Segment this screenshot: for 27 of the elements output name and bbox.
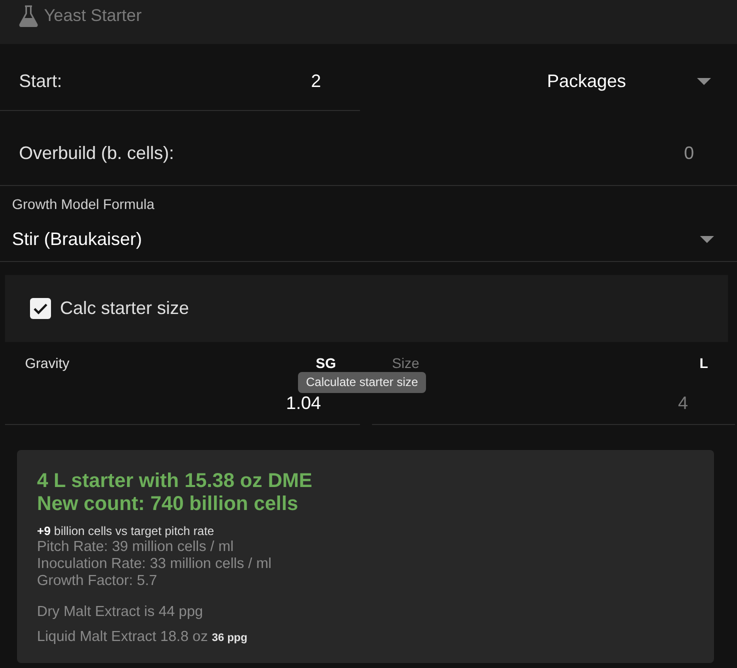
extract-line: Dry Malt Extract is 44 ppg <box>37 603 204 622</box>
caret-icon <box>700 236 714 242</box>
number-input[interactable]: 1.04 <box>25 393 336 413</box>
select-label: Growth Model Formula <box>12 196 156 213</box>
result-headline: New count: 740 billion cells <box>37 493 300 516</box>
unit-label: SG <box>316 355 336 371</box>
caret-icon <box>697 78 711 85</box>
app-title: Yeast Starter <box>44 5 142 27</box>
stat-line: Inoculation Rate: 33 million cells / ml <box>37 556 273 573</box>
unit-select[interactable]: Packages <box>360 44 737 111</box>
field-label: Size <box>392 355 420 371</box>
flask-icon <box>19 5 38 27</box>
number-input[interactable]: 2 <box>62 69 321 93</box>
number-input[interactable]: 0 <box>174 142 694 166</box>
pitch-delta: +9 billion cells vs target pitch rate <box>37 524 216 539</box>
field-label: Gravity <box>25 355 70 371</box>
unit-label: L <box>699 355 708 371</box>
checkbox-label: Calc starter size <box>60 298 190 319</box>
stat-line: Pitch Rate: 39 million cells / ml <box>37 539 235 556</box>
field-label: Start: <box>19 70 62 92</box>
tooltip: Calculate starter size <box>298 372 426 393</box>
model-select[interactable]: Growth Model Formula Stir (Braukaiser) <box>0 186 737 262</box>
result-headline: 4 L starter with 15.38 oz DME <box>37 470 314 493</box>
checkbox[interactable] <box>30 298 51 319</box>
stat-line: Growth Factor: 5.7 <box>37 573 158 590</box>
field-label: Overbuild (b. cells): <box>19 143 174 164</box>
extract-line: Liquid Malt Extract 18.8 oz 36 ppg <box>37 628 248 647</box>
